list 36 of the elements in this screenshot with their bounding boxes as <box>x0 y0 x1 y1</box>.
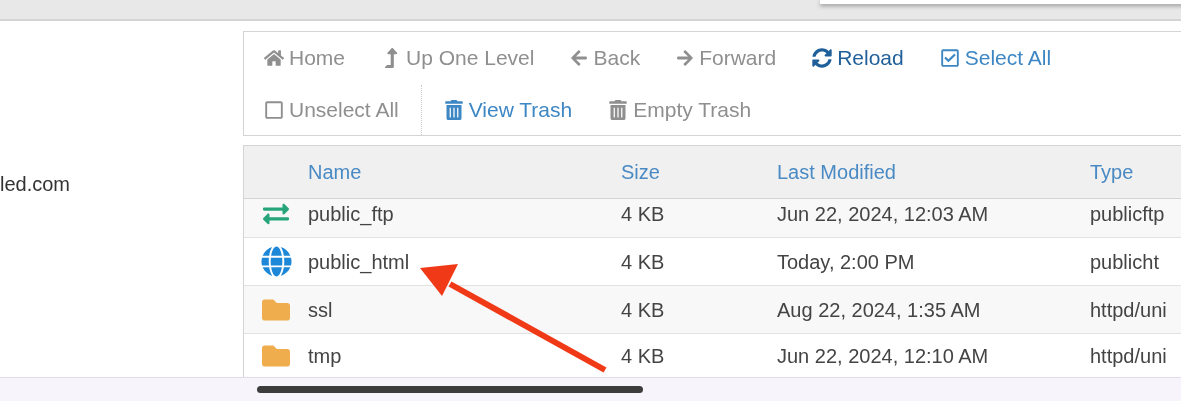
back-arrow-icon <box>570 49 589 67</box>
file-type: publicht <box>1090 249 1159 275</box>
file-type: httpd/uni <box>1090 343 1167 369</box>
file-name: ssl <box>308 297 333 323</box>
modified-date: Jun 22, 2024, 12:03 AM <box>777 202 989 227</box>
file-size: 4 KB <box>621 343 665 369</box>
file-row[interactable]: public_ftp 4 KB Jun 22, 2024, 12:03 AM publicftp <box>244 199 1181 238</box>
file-size: 4 KB <box>621 297 665 323</box>
file-name: public_html <box>308 249 410 276</box>
toolbar-button[interactable]: View Trash <box>443 84 573 136</box>
file-name: public_ftp <box>308 202 394 228</box>
file-type: publicftp <box>1090 202 1165 227</box>
reload-icon <box>812 48 833 68</box>
transfer-arrows-icon <box>260 201 292 227</box>
checked-box-icon <box>939 48 960 68</box>
file-name: tmp <box>308 343 342 369</box>
empty-box-icon <box>264 100 284 120</box>
column-header[interactable]: Type <box>1090 157 1134 187</box>
modified-date: Aug 22, 2024, 1:35 AM <box>777 297 981 323</box>
toolbar-button[interactable]: Reload <box>812 32 904 84</box>
file-row[interactable]: ssl 4 KB Aug 22, 2024, 1:35 AM httpd/uni <box>244 286 1181 334</box>
domain-label: led.com <box>0 173 71 195</box>
modified-date: Today, 2:00 PM <box>777 249 915 275</box>
trash-icon <box>608 100 629 120</box>
column-header[interactable]: Size <box>621 157 660 187</box>
file-type: httpd/uni <box>1090 297 1167 323</box>
column-header[interactable]: Name <box>308 157 362 187</box>
forward-arrow-icon <box>676 49 695 67</box>
column-header[interactable]: Last Modified <box>777 157 896 187</box>
toolbar-button[interactable]: Select All <box>939 32 1052 84</box>
file-size: 4 KB <box>621 249 665 275</box>
home-icon <box>264 48 284 68</box>
globe-icon <box>260 246 292 277</box>
trash-icon <box>443 100 464 120</box>
modified-date: Jun 22, 2024, 12:10 AM <box>777 343 989 369</box>
file-size: 4 KB <box>621 202 665 227</box>
